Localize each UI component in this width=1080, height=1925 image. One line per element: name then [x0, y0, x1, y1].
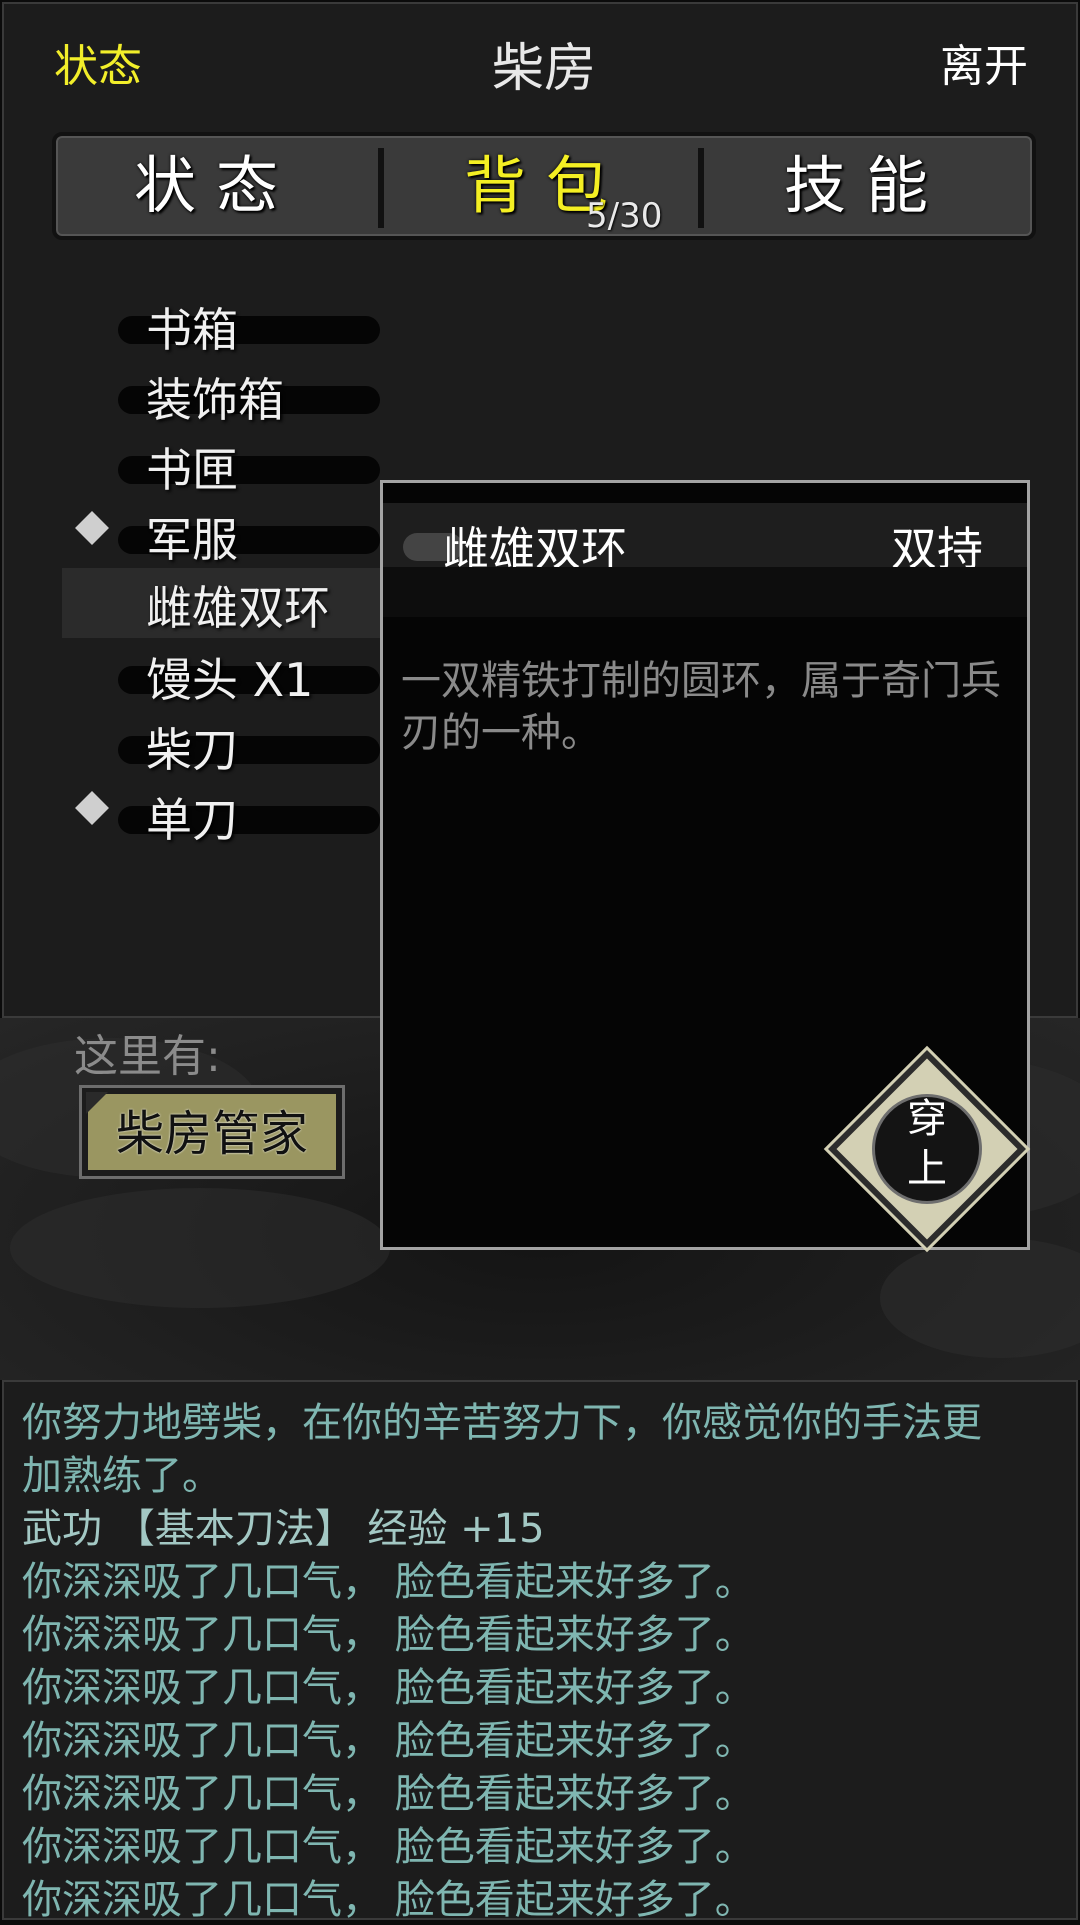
equipped-marker-icon — [75, 511, 109, 545]
inventory-item-label: 雌雄双环 — [146, 581, 330, 635]
equipped-marker-icon — [75, 791, 109, 825]
log-line: 你深深吸了几口气， 脸色看起来好多了。 — [22, 1877, 755, 1923]
log-line: 你深深吸了几口气， 脸色看起来好多了。 — [22, 1771, 755, 1817]
item-description: 一双精铁打制的圆环，属于奇门兵刃的一种。 — [401, 658, 1001, 756]
log-line: 武功 【基本刀法】 经验 +15 — [22, 1506, 545, 1552]
here-label: 这里有: — [74, 1031, 221, 1082]
inventory-item-label: 装饰箱 — [146, 373, 284, 427]
equip-label-line: 上 — [907, 1146, 947, 1192]
log-line: 你深深吸了几口气， 脸色看起来好多了。 — [22, 1559, 755, 1605]
corner-notch — [86, 1092, 108, 1114]
inventory-item[interactable]: 军服 — [4, 500, 384, 570]
log-line: 你深深吸了几口气， 脸色看起来好多了。 — [22, 1612, 755, 1658]
inventory-item-label: 书箱 — [146, 303, 238, 357]
bag-capacity: 5/30 — [586, 196, 663, 236]
log-line: 你深深吸了几口气， 脸色看起来好多了。 — [22, 1718, 755, 1764]
inventory-item-label: 馒头 X1 — [146, 653, 314, 707]
equip-button-label: 穿 上 — [842, 1094, 1012, 1194]
npc-button[interactable]: 柴房管家 — [79, 1085, 345, 1179]
header-band — [383, 567, 1027, 617]
inventory-item[interactable]: 装饰箱 — [4, 360, 384, 430]
leave-button[interactable]: 离开 — [940, 30, 1028, 94]
equip-button[interactable]: 穿 上 — [828, 1050, 1026, 1248]
equip-label-line: 穿 — [907, 1096, 947, 1142]
tab-skills[interactable]: 技能 — [706, 136, 1026, 236]
tab-divider — [698, 148, 704, 228]
smoke-decoration — [10, 1188, 390, 1308]
location-title: 柴房 — [491, 39, 596, 99]
inventory-item[interactable]: 馒头 X1 — [4, 640, 384, 710]
log-line: 你深深吸了几口气， 脸色看起来好多了。 — [22, 1824, 755, 1870]
inventory-item-label: 书匣 — [146, 443, 238, 497]
inventory-item[interactable]: 柴刀 — [4, 710, 384, 780]
inventory-item-label: 单刀 — [146, 793, 238, 847]
inventory-item-label: 柴刀 — [146, 723, 238, 777]
inventory-item-label: 军服 — [146, 513, 238, 567]
message-log[interactable]: 你努力地劈柴，在你的辛苦努力下，你感觉你的手法更 加熟练了。 武功 【基本刀法】… — [2, 1380, 1078, 1923]
inventory-item[interactable]: 书匣 — [4, 430, 384, 500]
npc-button-label: 柴房管家 — [115, 1106, 308, 1162]
log-line: 你努力地劈柴，在你的辛苦努力下，你感觉你的手法更 — [22, 1400, 982, 1446]
tab-divider — [378, 148, 384, 228]
tab-status[interactable]: 状态 — [56, 136, 376, 236]
inventory-item[interactable]: 单刀 — [4, 780, 384, 850]
inventory-item-selected[interactable]: 雌雄双环 — [62, 568, 384, 638]
tab-bar: 状态 背包 技能 5/30 — [52, 132, 1036, 240]
log-line: 你深深吸了几口气， 脸色看起来好多了。 — [22, 1665, 755, 1711]
smoke-decoration — [880, 1238, 1080, 1358]
inventory-item[interactable]: 书箱 — [4, 290, 384, 360]
log-line: 加熟练了。 — [22, 1453, 222, 1499]
